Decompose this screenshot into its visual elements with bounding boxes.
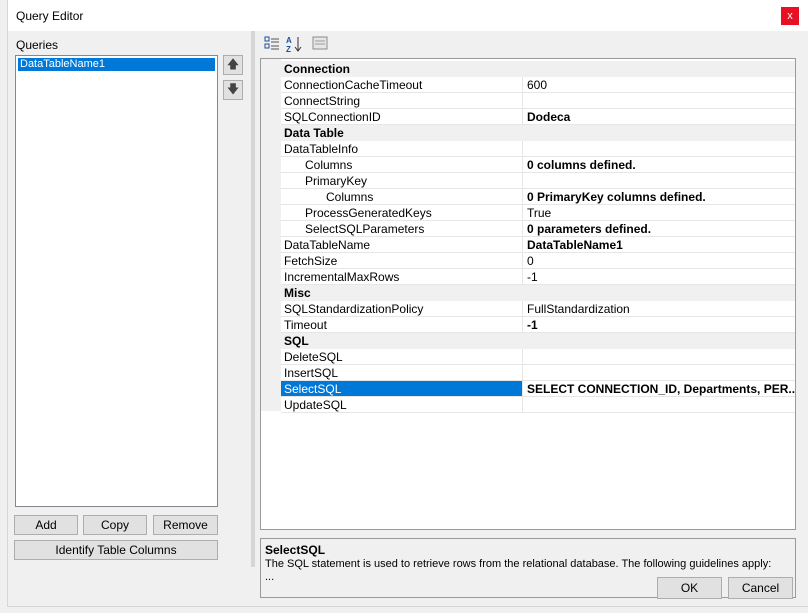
property-value[interactable] <box>522 93 795 109</box>
categorized-icon[interactable] <box>263 35 281 53</box>
property-row[interactable]: SQLConnectionID Dodeca <box>261 109 795 125</box>
property-name[interactable]: FetchSize <box>281 253 522 269</box>
property-row[interactable]: FetchSize 0 <box>261 253 795 269</box>
property-value[interactable]: FullStandardization <box>522 301 795 317</box>
list-item[interactable]: DataTableName1 <box>18 58 215 71</box>
property-row[interactable]: PrimaryKey <box>261 173 795 189</box>
property-row[interactable]: Columns 0 PrimaryKey columns defined. <box>261 189 795 205</box>
property-name[interactable]: Columns <box>281 157 522 173</box>
svg-text:Z: Z <box>286 45 291 53</box>
property-row[interactable]: SQLStandardizationPolicy FullStandardizat… <box>261 301 795 317</box>
property-pages-icon[interactable] <box>311 35 329 53</box>
help-text: The SQL statement is used to retrieve ro… <box>265 558 772 570</box>
property-value[interactable]: -1 <box>522 269 795 285</box>
property-row[interactable]: Columns 0 columns defined. <box>261 157 795 173</box>
property-name[interactable]: SQLStandardizationPolicy <box>281 301 522 317</box>
window-title: Query Editor <box>16 9 84 23</box>
property-row[interactable]: ConnectionCacheTimeout 600 <box>261 77 795 93</box>
queries-label: Queries <box>16 38 59 52</box>
add-button[interactable]: Add <box>14 515 78 535</box>
property-name[interactable]: SQLConnectionID <box>281 109 522 125</box>
alphabetical-sort-icon[interactable]: A Z <box>285 35 303 54</box>
close-button[interactable]: x <box>781 7 799 25</box>
property-name[interactable]: PrimaryKey <box>281 173 522 189</box>
property-value[interactable]: -1 <box>522 317 795 333</box>
property-row[interactable]: UpdateSQL <box>261 397 795 413</box>
property-value[interactable]: True <box>522 205 795 221</box>
property-name[interactable]: Timeout <box>281 317 522 333</box>
property-row[interactable]: InsertSQL <box>261 365 795 381</box>
property-value[interactable]: 0 columns defined. <box>522 157 795 173</box>
move-down-button[interactable]: 🡇 <box>223 80 243 100</box>
queries-list[interactable]: DataTableName1 <box>15 55 218 507</box>
property-name[interactable]: ConnectString <box>281 93 522 109</box>
category-fill <box>522 125 795 141</box>
ok-button[interactable]: OK <box>657 577 722 599</box>
property-name[interactable]: IncrementalMaxRows <box>281 269 522 285</box>
property-value[interactable] <box>522 173 795 189</box>
property-toolbar: A Z <box>255 31 795 56</box>
property-row[interactable]: DataTableInfo <box>261 141 795 157</box>
property-name[interactable]: DataTableName <box>281 237 522 253</box>
property-value[interactable]: 600 <box>522 77 795 93</box>
property-list[interactable]: Connection ConnectionCacheTimeout 600 Conne… <box>260 58 796 530</box>
arrow-up-icon: 🡅 <box>226 57 240 71</box>
property-value[interactable]: 0 PrimaryKey columns defined. <box>522 189 795 205</box>
property-name[interactable]: SelectSQLParameters <box>281 221 522 237</box>
category-fill <box>522 333 795 349</box>
property-name[interactable]: SelectSQL <box>281 381 522 397</box>
property-row[interactable]: ProcessGeneratedKeys True <box>261 205 795 221</box>
property-name[interactable]: ConnectionCacheTimeout <box>281 77 522 93</box>
property-name[interactable]: DeleteSQL <box>281 349 522 365</box>
category-fill <box>522 285 795 301</box>
property-category[interactable]: Connection <box>261 61 795 77</box>
property-value[interactable]: Dodeca <box>522 109 795 125</box>
property-row[interactable]: SelectSQL SELECT CONNECTION_ID, Departmen… <box>261 381 795 397</box>
property-row[interactable]: ConnectString <box>261 93 795 109</box>
title-bar: Query Editor x <box>8 0 808 31</box>
svg-text:A: A <box>286 36 292 45</box>
property-row[interactable]: IncrementalMaxRows -1 <box>261 269 795 285</box>
help-title: SelectSQL <box>265 543 326 557</box>
category-label[interactable]: Connection <box>281 61 522 77</box>
move-up-button[interactable]: 🡅 <box>223 55 243 75</box>
property-category[interactable]: Misc <box>261 285 795 301</box>
property-row[interactable]: DeleteSQL <box>261 349 795 365</box>
arrow-down-icon: 🡇 <box>226 82 240 96</box>
property-value[interactable] <box>522 397 795 413</box>
property-name[interactable]: Columns <box>281 189 522 205</box>
identify-table-columns-button[interactable]: Identify Table Columns <box>14 540 218 560</box>
query-editor-dialog: Query Editor x Queries DataTableName1 🡅 … <box>8 0 808 606</box>
property-name[interactable]: UpdateSQL <box>281 397 522 413</box>
property-category[interactable]: SQL <box>261 333 795 349</box>
category-label[interactable]: SQL <box>281 333 522 349</box>
category-label[interactable]: Misc <box>281 285 522 301</box>
property-category[interactable]: Data Table <box>261 125 795 141</box>
property-grid: A Z Connection ConnectionCacheTimeout 600 C… <box>251 31 796 598</box>
property-value[interactable]: 0 parameters defined. <box>522 221 795 237</box>
property-name[interactable]: DataTableInfo <box>281 141 522 157</box>
remove-button[interactable]: Remove <box>153 515 218 535</box>
property-name[interactable]: InsertSQL <box>281 365 522 381</box>
property-row[interactable]: DataTableName DataTableName1 <box>261 237 795 253</box>
property-value[interactable]: DataTableName1 <box>522 237 795 253</box>
property-value[interactable]: 0 <box>522 253 795 269</box>
property-row[interactable]: SelectSQLParameters 0 parameters defined. <box>261 221 795 237</box>
property-value[interactable]: SELECT CONNECTION_ID, Departments, PER..… <box>522 381 795 397</box>
category-fill <box>522 61 795 77</box>
property-row[interactable]: Timeout -1 <box>261 317 795 333</box>
category-label[interactable]: Data Table <box>281 125 522 141</box>
cancel-button[interactable]: Cancel <box>728 577 793 599</box>
copy-button[interactable]: Copy <box>83 515 147 535</box>
property-name[interactable]: ProcessGeneratedKeys <box>281 205 522 221</box>
property-value[interactable] <box>522 365 795 381</box>
property-value[interactable] <box>522 141 795 157</box>
property-value[interactable] <box>522 349 795 365</box>
